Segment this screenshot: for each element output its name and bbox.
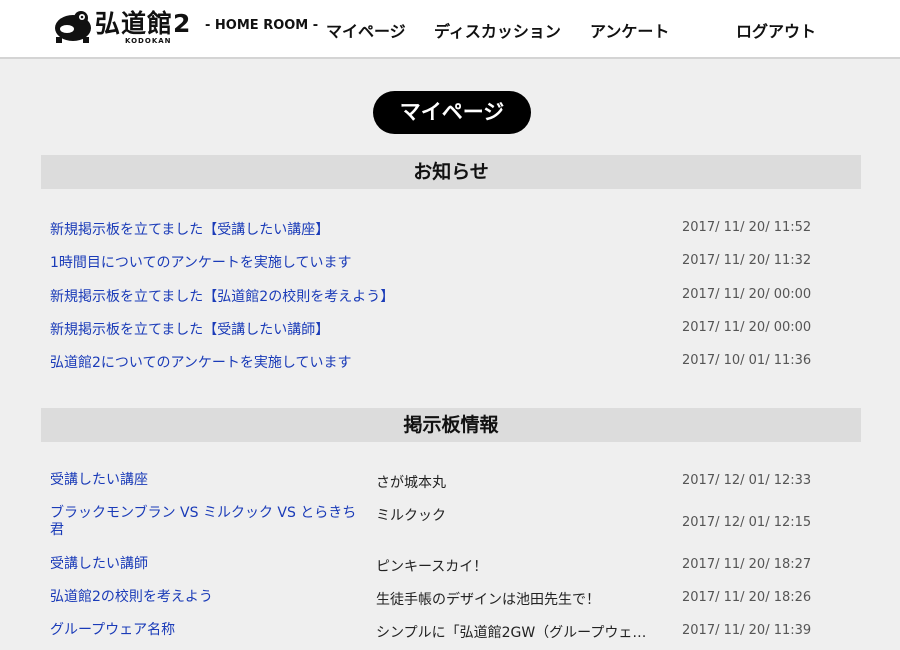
board-item-date: 2017/ 12/ 01/ 12:33 xyxy=(682,473,812,488)
news-item-date: 2017/ 11/ 20/ 00:00 xyxy=(682,320,812,335)
news-item-link[interactable]: 新規掲示板を立てました【弘道館2の校則を考えよう】 xyxy=(50,286,394,306)
logout-button[interactable]: ログアウト xyxy=(736,18,816,42)
mascot-logo-icon xyxy=(55,11,91,43)
board-item-link[interactable]: ブラックモンブラン VS ミルクック VS とらきち君 xyxy=(50,505,365,539)
board-item-date: 2017/ 11/ 20/ 18:26 xyxy=(682,590,812,605)
news-heading: お知らせ xyxy=(41,155,861,189)
board-item-latest: 生徒手帳のデザインは池田先生で！ xyxy=(376,592,600,608)
logo-text: 弘道館2 xyxy=(95,9,192,38)
news-item-date: 2017/ 10/ 01/ 11:36 xyxy=(682,353,812,368)
board-item-latest: ピンキースカイ！ xyxy=(376,559,488,575)
board-heading: 掲示板情報 xyxy=(41,408,861,442)
site-header: 弘道館2 KODOKAN - HOME ROOM - マイページ ディスカッショ… xyxy=(0,0,900,59)
nav-survey[interactable]: アンケート xyxy=(590,18,669,42)
board-item-latest: ミルクック xyxy=(376,508,446,524)
board-item-date: 2017/ 11/ 20/ 18:27 xyxy=(682,557,812,572)
logo-subtext: KODOKAN xyxy=(125,37,172,45)
site-logo[interactable]: 弘道館2 KODOKAN xyxy=(53,9,203,47)
board-item-date: 2017/ 11/ 20/ 11:39 xyxy=(682,623,812,638)
news-item-link[interactable]: 弘道館2についてのアンケートを実施しています xyxy=(50,352,352,372)
home-room-label: - HOME ROOM - xyxy=(205,18,319,33)
nav-mypage[interactable]: マイページ xyxy=(326,18,406,42)
page-title: マイページ xyxy=(373,91,531,134)
board-item-latest: シンプルに「弘道館2GW（グループウェ… xyxy=(376,625,647,641)
news-item-link[interactable]: 1時間目についてのアンケートを実施しています xyxy=(50,252,352,272)
board-item-link[interactable]: 受講したい講座 xyxy=(50,472,365,489)
board-item-latest: さが城本丸 xyxy=(376,475,446,491)
board-item-link[interactable]: グループウェア名称 xyxy=(50,622,365,639)
news-item-date: 2017/ 11/ 20/ 11:52 xyxy=(682,220,812,235)
nav-discussion[interactable]: ディスカッション xyxy=(434,18,561,42)
board-item-link[interactable]: 受講したい講師 xyxy=(50,556,365,573)
news-item-link[interactable]: 新規掲示板を立てました【受講したい講座】 xyxy=(50,219,329,239)
board-item-date: 2017/ 12/ 01/ 12:15 xyxy=(682,515,812,530)
news-item-link[interactable]: 新規掲示板を立てました【受講したい講師】 xyxy=(50,319,329,339)
news-item-date: 2017/ 11/ 20/ 11:32 xyxy=(682,253,812,268)
news-item-date: 2017/ 11/ 20/ 00:00 xyxy=(682,287,812,302)
board-item-link[interactable]: 弘道館2の校則を考えよう xyxy=(50,589,365,606)
